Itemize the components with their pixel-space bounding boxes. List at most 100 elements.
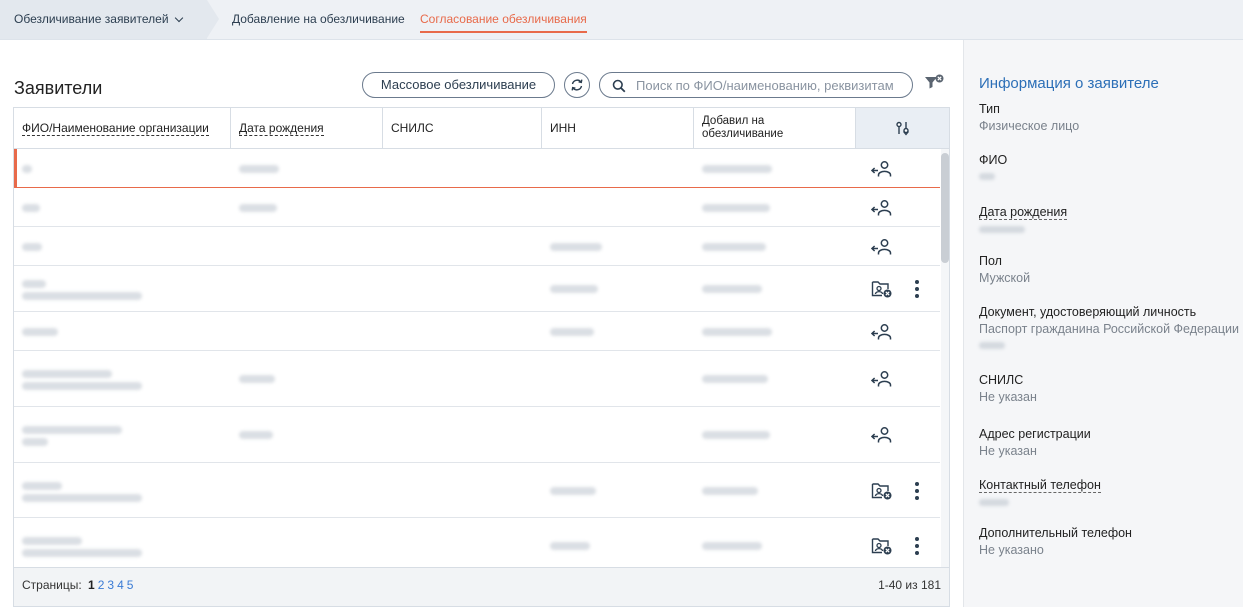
redacted-name <box>22 537 82 545</box>
table-row[interactable] <box>14 518 940 567</box>
more-actions-icon[interactable] <box>915 481 919 503</box>
field-label: ФИО <box>979 153 1008 167</box>
search-icon <box>612 79 626 93</box>
page-link-4[interactable]: 4 <box>117 578 124 592</box>
folder-user-icon[interactable] <box>871 536 893 559</box>
filter-clear-icon <box>925 74 944 89</box>
folder-user-glyph <box>871 538 892 555</box>
column-header-snils: СНИЛС <box>383 108 542 148</box>
field-label: СНИЛС <box>979 373 1024 387</box>
field-value: Не указан <box>979 444 1037 458</box>
field-label: Пол <box>979 254 1002 268</box>
page-title: Заявители <box>14 78 103 98</box>
redacted-value <box>979 499 1009 506</box>
redacted-added-by <box>702 242 766 251</box>
field-label: Дата рождения <box>979 205 1068 220</box>
field-value: Паспорт гражданина Российской Федерации <box>979 322 1239 336</box>
table-row[interactable] <box>14 312 940 351</box>
redacted-birthdate <box>239 431 273 439</box>
redacted-added-by <box>702 375 768 383</box>
folder-user-icon[interactable] <box>871 481 893 504</box>
info-panel-title: Информация о заявителе <box>979 75 1159 92</box>
return-user-icon[interactable] <box>870 160 893 181</box>
info-field-contact-phone: Контактный телефон <box>979 477 1243 506</box>
redacted-value <box>979 342 1005 349</box>
column-label: Дата рождения <box>239 120 324 136</box>
folder-user-icon[interactable] <box>871 279 893 302</box>
redacted-birthdate <box>239 203 277 212</box>
table-row-selected[interactable] <box>14 149 940 188</box>
return-user-glyph <box>870 323 892 339</box>
info-field-fio: ФИО <box>979 153 1243 180</box>
column-label: СНИЛС <box>391 121 434 135</box>
info-field-gender: Пол Мужской <box>979 254 1243 285</box>
redacted-added-by <box>702 285 762 293</box>
mass-depersonalization-button[interactable]: Массовое обезличивание <box>362 72 555 98</box>
records-range: 1-40 из 181 <box>878 578 941 592</box>
return-user-glyph <box>870 238 892 254</box>
column-settings-button[interactable] <box>856 108 949 148</box>
redacted-name <box>22 203 40 212</box>
column-header-birthdate[interactable]: Дата рождения <box>231 108 383 148</box>
redacted-name <box>22 382 142 390</box>
top-navigation: Обезличивание заявителей Добавление на о… <box>0 0 1243 40</box>
column-label: Добавил на обезличивание <box>702 115 784 140</box>
redacted-added-by <box>702 542 762 550</box>
clear-filter-button[interactable] <box>924 74 948 93</box>
field-value: Физическое лицо <box>979 119 1080 133</box>
page-link-3[interactable]: 3 <box>107 578 114 592</box>
return-user-glyph <box>870 427 892 443</box>
table-row[interactable] <box>14 351 940 407</box>
scrollbar-thumb[interactable] <box>941 153 949 263</box>
column-header-name[interactable]: ФИО/Наименование организации <box>14 108 231 148</box>
nav-depersonalization-dropdown[interactable]: Обезличивание заявителей <box>14 0 183 39</box>
redacted-name <box>22 164 32 173</box>
info-field-registration-address: Адрес регистрации Не указан <box>979 427 1243 458</box>
return-user-icon[interactable] <box>870 323 893 344</box>
redacted-name <box>22 549 142 557</box>
table-row[interactable] <box>14 407 940 463</box>
return-user-icon[interactable] <box>870 426 893 447</box>
table-row[interactable] <box>14 266 940 312</box>
column-label: ИНН <box>550 121 576 135</box>
page-link-1[interactable]: 1 <box>88 578 95 592</box>
redacted-value <box>979 173 995 180</box>
table-body <box>14 149 949 567</box>
field-label: Документ, удостоверяющий личность <box>979 305 1197 319</box>
redacted-name <box>22 327 58 336</box>
pagination: Страницы: 12345 <box>22 578 133 592</box>
return-user-icon[interactable] <box>870 370 893 391</box>
redacted-name <box>22 280 46 288</box>
table-row[interactable] <box>14 463 940 518</box>
redacted-added-by <box>702 327 772 336</box>
refresh-icon <box>571 79 583 91</box>
more-actions-icon[interactable] <box>915 537 919 558</box>
redacted-name <box>22 438 48 446</box>
tab-approve-depersonalization[interactable]: Согласование обезличивания <box>420 0 587 39</box>
field-label: Контактный телефон <box>979 478 1101 493</box>
field-value: Мужской <box>979 271 1031 285</box>
redacted-added-by <box>702 431 770 439</box>
search-field[interactable] <box>599 72 913 98</box>
table-header: ФИО/Наименование организации Дата рожден… <box>14 108 949 149</box>
field-value: Не указан <box>979 390 1037 404</box>
return-user-icon[interactable] <box>870 238 893 259</box>
table-row[interactable] <box>14 188 940 227</box>
redacted-added-by <box>702 486 758 495</box>
column-header-added-by: Добавил на обезличивание <box>694 108 856 148</box>
column-label: ФИО/Наименование организации <box>22 120 209 136</box>
refresh-button[interactable] <box>564 72 590 98</box>
redacted-name <box>22 242 42 251</box>
more-actions-icon[interactable] <box>915 280 919 301</box>
table-row[interactable] <box>14 227 940 266</box>
redacted-added-by <box>702 203 770 212</box>
info-field-snils: СНИЛС Не указан <box>979 373 1243 404</box>
return-user-icon[interactable] <box>870 199 893 220</box>
redacted-added-by <box>702 164 772 173</box>
redacted-name <box>22 370 112 378</box>
redacted-name <box>22 493 142 502</box>
tab-add-depersonalization[interactable]: Добавление на обезличивание <box>232 0 405 39</box>
search-input[interactable] <box>636 76 906 94</box>
page-link-5[interactable]: 5 <box>127 578 134 592</box>
page-link-2[interactable]: 2 <box>98 578 105 592</box>
